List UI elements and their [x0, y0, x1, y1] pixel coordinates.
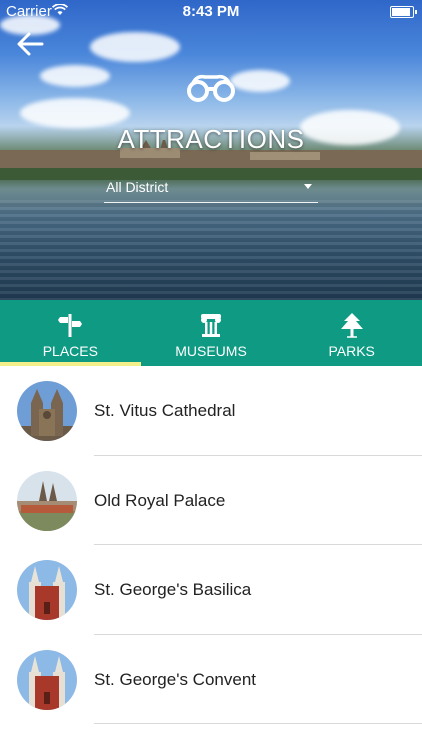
binoculars-icon [187, 74, 235, 102]
cathedral-thumbnail [17, 381, 77, 441]
divider [94, 723, 422, 724]
district-dropdown-value: All District [106, 179, 169, 195]
cloud [40, 65, 110, 87]
battery-icon [390, 6, 417, 18]
convent-thumbnail [17, 649, 77, 710]
chevron-down-icon [304, 184, 312, 189]
attraction-name: Old Royal Palace [94, 490, 226, 510]
attractions-list: St. Vitus Cathedral Old Royal Palace St.… [0, 366, 422, 724]
category-tabs: PLACES MUSEUMS PARKS [0, 300, 422, 366]
palace-thumbnail [17, 470, 77, 531]
attraction-name: St. Vitus Cathedral [94, 401, 236, 420]
list-item[interactable]: St. George's Convent [0, 635, 422, 724]
clock: 8:43 PM [182, 3, 240, 20]
signpost-icon [58, 314, 83, 337]
cloud [90, 32, 180, 62]
list-item[interactable]: St. George's Basilica [0, 545, 422, 635]
district-dropdown[interactable]: All District [104, 176, 318, 203]
basilica-thumbnail [17, 560, 77, 620]
attraction-name: St. George's Convent [94, 669, 256, 689]
tab-label: PARKS [328, 343, 375, 359]
river [0, 200, 422, 300]
cloud [230, 70, 290, 92]
battery-fill [392, 8, 410, 16]
list-item[interactable]: Old Royal Palace [0, 456, 422, 545]
column-icon [201, 314, 221, 337]
tab-places[interactable]: PLACES [0, 300, 141, 366]
page-title: ATTRACTIONS [117, 124, 305, 154]
attraction-name: St. George's Basilica [94, 580, 252, 599]
back-arrow-icon[interactable] [14, 30, 46, 58]
list-item[interactable]: St. Vitus Cathedral [0, 366, 422, 456]
tab-museums[interactable]: MUSEUMS [141, 300, 282, 366]
tree-icon [340, 313, 363, 338]
tab-label: MUSEUMS [175, 343, 247, 359]
tab-parks[interactable]: PARKS [281, 300, 422, 366]
status-bar: Carrier 8:43 PM [0, 0, 422, 22]
tab-label: PLACES [42, 343, 98, 359]
